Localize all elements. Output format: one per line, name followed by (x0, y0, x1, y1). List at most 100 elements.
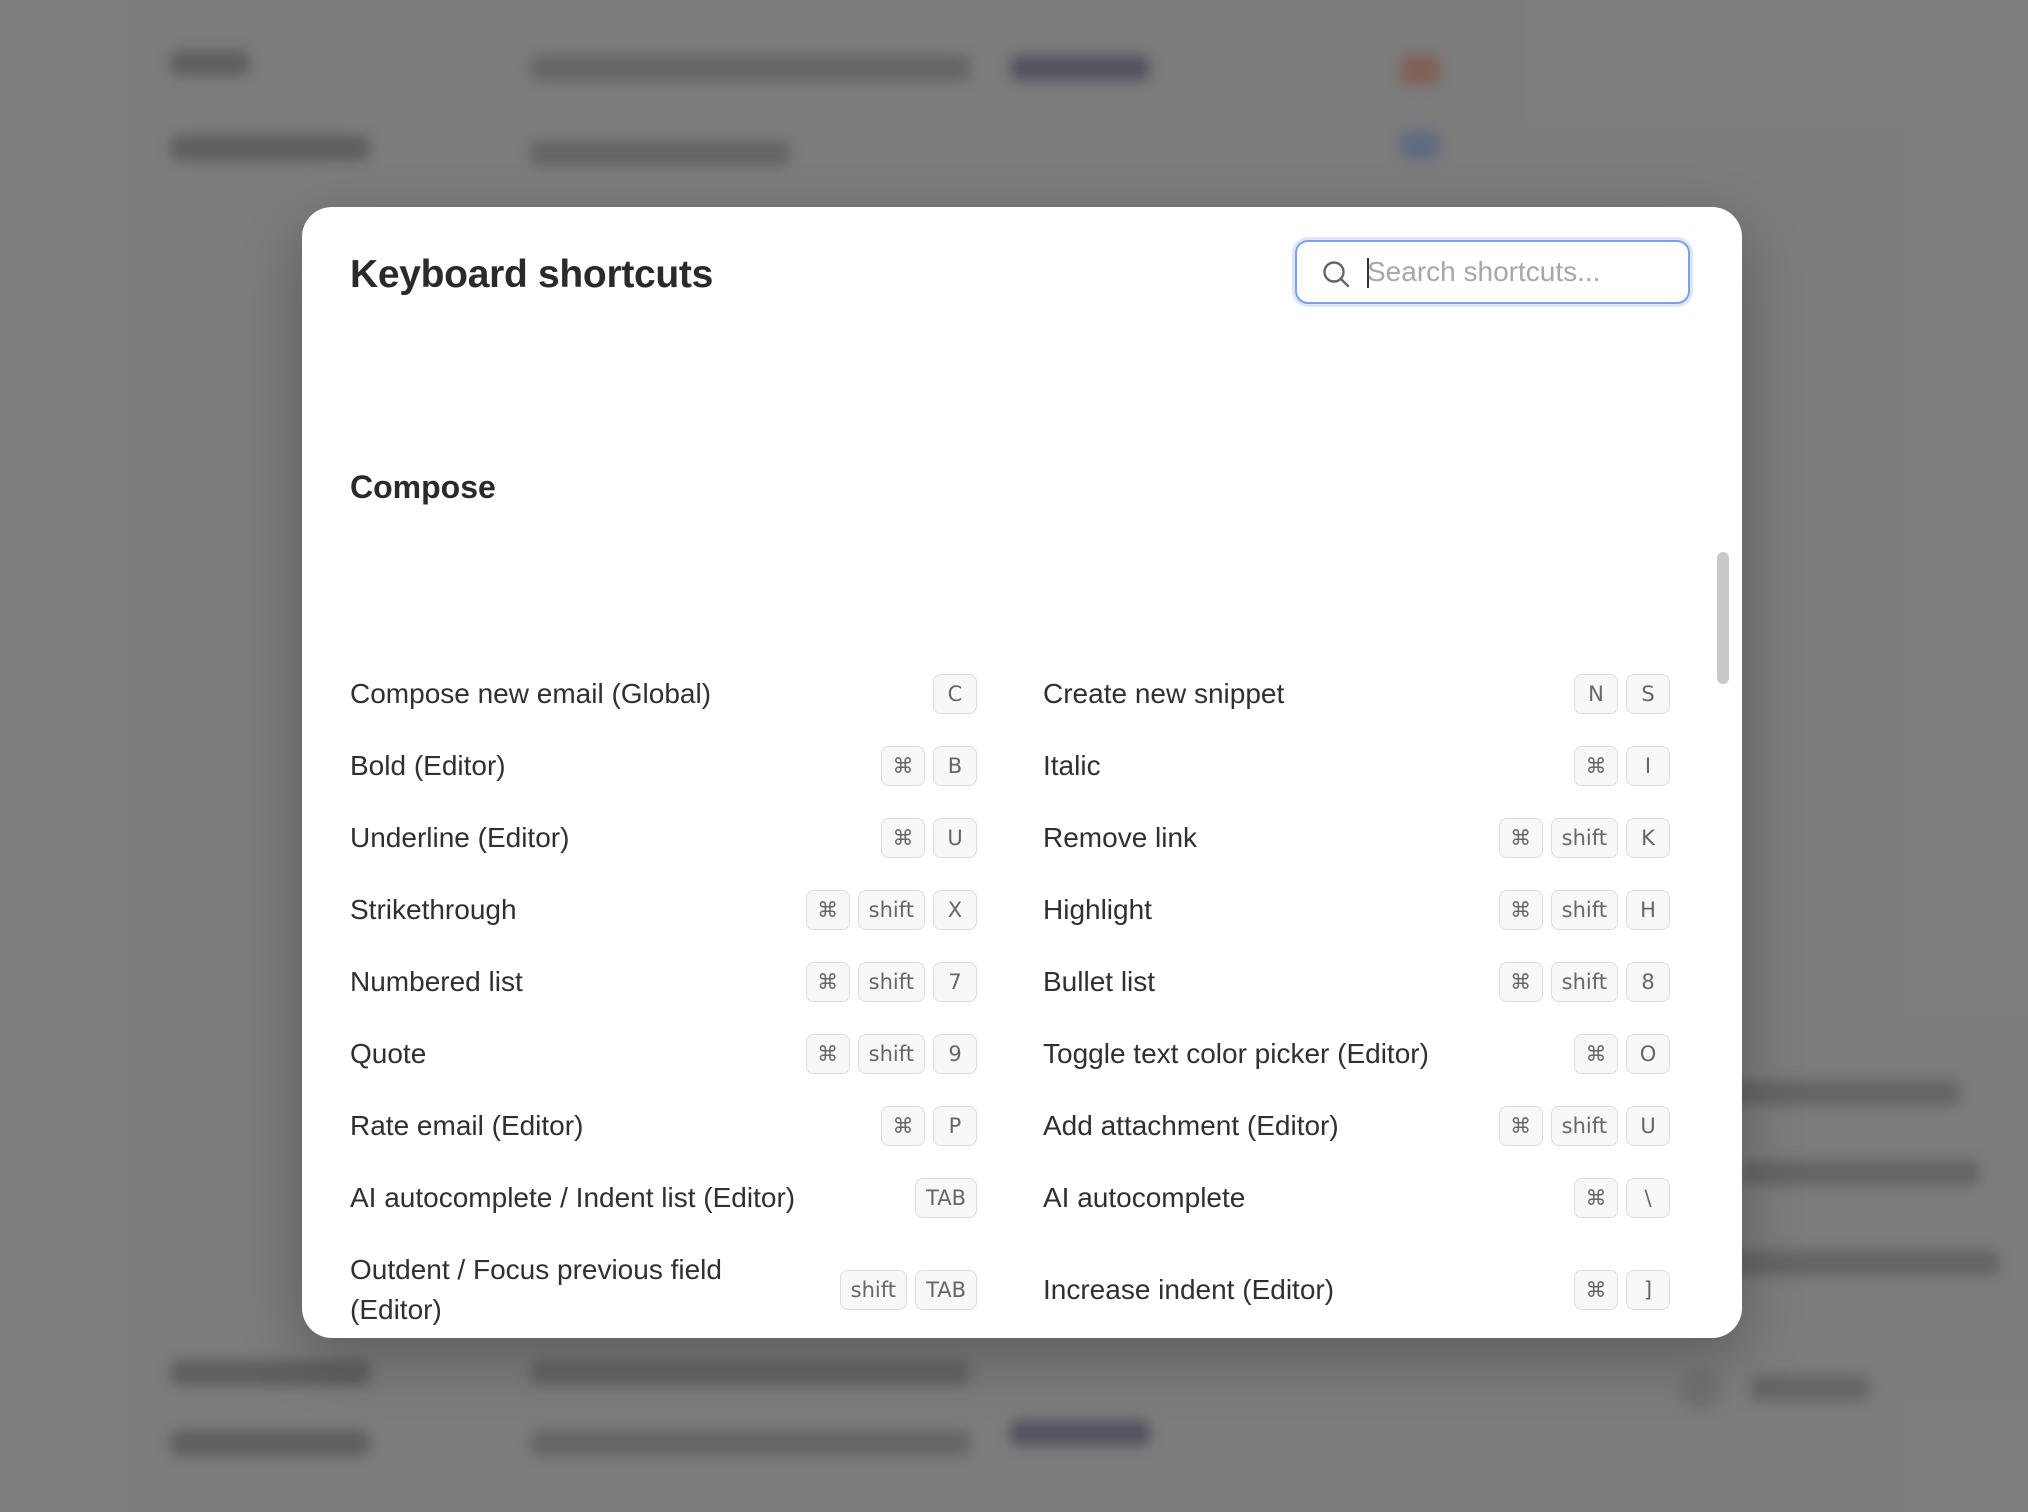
key-cap: U (1626, 1106, 1670, 1146)
key-cap: 7 (933, 962, 977, 1002)
key-cap: shift (839, 1270, 908, 1310)
shortcut-keys: ⌘ shift 8 (1498, 962, 1670, 1002)
shortcut-row: Create new snippet N S (1043, 674, 1670, 714)
shortcut-label: Rate email (Editor) (350, 1110, 584, 1141)
key-cap: TAB (915, 1178, 977, 1218)
shortcut-keys: ⌘ shift H (1498, 890, 1670, 930)
key-cap: ⌘ (1574, 1270, 1618, 1310)
shortcut-keys: ⌘ U (881, 818, 977, 858)
shortcut-label: Increase indent (Editor) (1043, 1274, 1335, 1305)
shortcut-row: Toggle text color picker (Editor) ⌘ O (1043, 1034, 1670, 1074)
key-cap: shift (1550, 962, 1618, 1002)
key-cap: ⌘ (1574, 1178, 1618, 1218)
shortcut-keys: ⌘ P (881, 1106, 977, 1146)
search-input[interactable] (1367, 242, 1677, 302)
shortcut-row: Strikethrough ⌘ shift X (350, 890, 977, 930)
shortcut-label: Bullet list (1043, 966, 1156, 997)
key-cap: ⌘ (881, 746, 925, 786)
shortcut-keys: ⌘ shift K (1498, 818, 1670, 858)
key-cap: C (933, 674, 977, 714)
key-cap: P (933, 1106, 977, 1146)
shortcut-label: Toggle text color picker (Editor) (1043, 1038, 1429, 1069)
shortcut-keys: ⌘ shift 7 (805, 962, 977, 1002)
shortcut-label: Outdent / Focus previous field (Editor) (350, 1254, 722, 1325)
shortcut-row: Quote ⌘ shift 9 (350, 1034, 977, 1074)
key-cap: ⌘ (805, 1034, 850, 1074)
shortcut-keys: shift TAB (839, 1270, 977, 1310)
shortcut-keys: NS (1574, 674, 1670, 714)
key-cap: ⌘ (1498, 890, 1543, 930)
shortcut-row: Italic ⌘ I (1043, 746, 1670, 786)
shortcut-row: AI autocomplete / Indent list (Editor) TA… (350, 1178, 977, 1218)
text-cursor (1367, 258, 1369, 288)
key-cap: ⌘ (881, 818, 925, 858)
shortcut-row: Bold (Editor) ⌘ B (350, 746, 977, 786)
key-cap: ⌘ (1574, 1034, 1618, 1074)
shortcut-label: Quote (350, 1038, 427, 1069)
key-cap: ⌘ (805, 962, 850, 1002)
key-cap: 9 (933, 1034, 977, 1074)
key-cap: ⌘ (1498, 962, 1543, 1002)
shortcut-keys: ⌘ \ (1574, 1178, 1670, 1218)
key-cap: ⌘ (881, 1106, 925, 1146)
shortcut-label: Create new snippet (1043, 678, 1285, 709)
shortcut-row: AI autocomplete ⌘ \ (1043, 1178, 1670, 1218)
key-cap: 8 (1626, 962, 1670, 1002)
key-cap: O (1626, 1034, 1670, 1074)
key-cap: I (1626, 746, 1670, 786)
shortcut-row: Outdent / Focus previous field (Editor) s… (350, 1250, 977, 1330)
shortcut-row: Numbered list ⌘ shift 7 (350, 962, 977, 1002)
shortcut-keys: ⌘ shift 9 (805, 1034, 977, 1074)
key-cap: shift (857, 1034, 925, 1074)
shortcut-keys: C (933, 674, 977, 714)
key-cap: H (1626, 890, 1670, 930)
shortcut-row: Add attachment (Editor) ⌘ shift U (1043, 1106, 1670, 1146)
key-cap: K (1626, 818, 1670, 858)
shortcut-row: Increase indent (Editor) ⌘] (1043, 1250, 1670, 1330)
search-icon (1323, 261, 1350, 288)
shortcut-label: Highlight (1043, 894, 1152, 925)
key-cap: X (933, 890, 977, 930)
shortcut-keys: ⌘ O (1574, 1034, 1670, 1074)
key-cap: ⌘ (1498, 1106, 1543, 1146)
key-cap: S (1626, 674, 1670, 714)
shortcut-row: Remove link ⌘ shift K (1043, 818, 1670, 858)
shortcut-label: Remove link (1043, 822, 1198, 853)
key-cap: N (1574, 674, 1618, 714)
keyboard-shortcuts-dialog: Keyboard shortcuts Compose Compose new e… (302, 207, 1742, 1338)
shortcut-keys: ⌘ I (1574, 746, 1670, 786)
shortcut-label: Bold (Editor) (350, 750, 506, 781)
key-cap: ⌘ (805, 890, 850, 930)
dialog-title: Keyboard shortcuts (350, 253, 714, 296)
key-cap: \ (1626, 1178, 1670, 1218)
key-cap: shift (1550, 890, 1618, 930)
shortcut-row: Bullet list ⌘ shift 8 (1043, 962, 1670, 1002)
shortcut-label: Italic (1043, 750, 1101, 781)
key-cap: shift (857, 962, 925, 1002)
shortcut-row: Rate email (Editor) ⌘ P (350, 1106, 977, 1146)
scrollbar-thumb[interactable] (1717, 552, 1729, 684)
shortcut-label: Add attachment (Editor) (1043, 1110, 1339, 1141)
key-cap: B (933, 746, 977, 786)
shortcut-keys: ⌘] (1574, 1270, 1670, 1310)
shortcut-keys: ⌘ B (881, 746, 977, 786)
key-cap: shift (1550, 1106, 1618, 1146)
key-cap: ⌘ (1498, 818, 1543, 858)
shortcut-keys: TAB (915, 1178, 977, 1218)
shortcut-keys: ⌘ shift X (805, 890, 977, 930)
key-cap: U (933, 818, 977, 858)
key-cap: shift (1550, 818, 1618, 858)
shortcut-label: AI autocomplete / Indent list (Editor) (350, 1182, 796, 1213)
shortcut-label: AI autocomplete (1043, 1182, 1246, 1213)
shortcut-row: Underline (Editor) ⌘ U (350, 818, 977, 858)
shortcut-label: Numbered list (350, 966, 523, 997)
shortcut-row: Highlight ⌘ shift H (1043, 890, 1670, 930)
search-box[interactable] (1295, 240, 1690, 304)
key-cap: shift (857, 890, 925, 930)
section-title-compose: Compose (350, 469, 496, 505)
shortcut-label: Compose new email (Global) (350, 678, 712, 709)
shortcut-row: Compose new email (Global) C (350, 674, 977, 714)
key-cap: ⌘ (1574, 746, 1618, 786)
shortcut-keys: ⌘ shift U (1498, 1106, 1670, 1146)
shortcut-label: Underline (Editor) (350, 822, 570, 853)
